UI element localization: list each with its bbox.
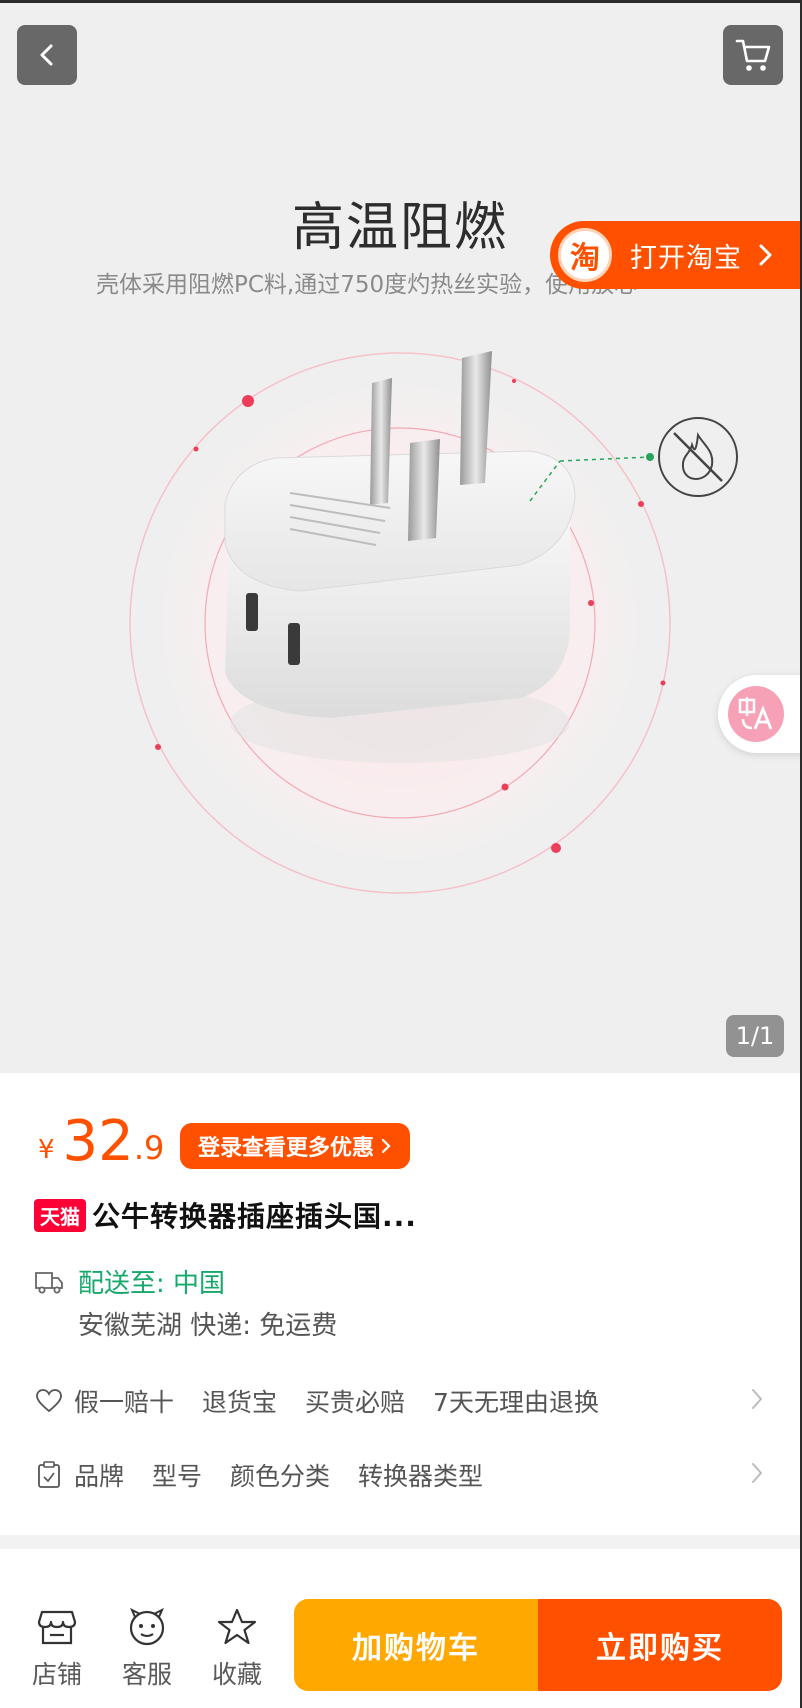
attribute-item: 转换器类型	[358, 1462, 484, 1491]
translate-icon	[728, 686, 784, 742]
buy-now-button[interactable]: 立即购买	[538, 1599, 782, 1691]
attribute-list: 品牌 型号 颜色分类 转换器类型	[74, 1457, 511, 1493]
image-page-counter: 1/1	[726, 1015, 784, 1057]
open-taobao-label: 打开淘宝	[630, 242, 742, 274]
truck-icon	[35, 1272, 63, 1294]
service-label: 客服	[121, 1660, 172, 1689]
coupon-label: 登录查看更多优惠	[198, 1136, 375, 1161]
service-list: 假一赔十 退货宝 买贵必赔 7天无理由退换	[74, 1383, 627, 1419]
price-decimal: .9	[133, 1129, 165, 1167]
attribute-item: 颜色分类	[230, 1462, 331, 1491]
product-image-carousel[interactable]: 高温阻燃 壳体采用阻燃PC料,通过750度灼热丝实验，使用放心 淘 打开淘宝 1…	[0, 3, 800, 1073]
cart-button[interactable]	[723, 25, 783, 85]
translate-button[interactable]	[718, 675, 800, 753]
add-to-cart-button[interactable]: 加购物车	[294, 1599, 538, 1691]
star-icon	[202, 1605, 272, 1649]
product-title-row: 天猫 公牛转换器插座插头国...	[34, 1195, 417, 1235]
back-button[interactable]	[17, 25, 77, 85]
service-item: 7天无理由退换	[433, 1388, 599, 1417]
attribute-item: 型号	[152, 1462, 203, 1491]
attribute-item: 品牌	[74, 1462, 125, 1491]
product-attributes-row[interactable]: 品牌 型号 颜色分类 转换器类型	[34, 1455, 764, 1495]
chevron-right-icon	[759, 244, 772, 266]
product-info: ¥ 32 .9 登录查看更多优惠 天猫 公牛转换器插座插头国... 配送至: 中…	[0, 1073, 800, 1535]
back-arrow-icon	[40, 44, 53, 66]
chevron-right-icon	[381, 1138, 391, 1154]
price: ¥ 32 .9	[38, 1109, 164, 1171]
price-integer: 32	[62, 1109, 134, 1174]
heart-icon	[34, 1386, 64, 1416]
product-title: 公牛转换器插座插头国...	[92, 1200, 417, 1233]
service-face-icon	[112, 1605, 182, 1649]
service-item: 买贵必赔	[305, 1388, 406, 1417]
store-icon	[22, 1605, 92, 1649]
no-fire-icon	[658, 417, 738, 497]
open-taobao-button[interactable]: 淘 打开淘宝	[550, 221, 800, 289]
service-item: 假一赔十	[74, 1388, 175, 1417]
favorite-label: 收藏	[211, 1660, 262, 1689]
chevron-right-icon	[752, 1389, 763, 1409]
customer-service-tab[interactable]: 客服	[112, 1605, 182, 1691]
chevron-right-icon	[752, 1463, 763, 1483]
section-divider	[0, 1535, 800, 1549]
app-frame: 高温阻燃 壳体采用阻燃PC料,通过750度灼热丝实验，使用放心 淘 打开淘宝 1…	[0, 0, 802, 1708]
login-coupon-button[interactable]: 登录查看更多优惠	[180, 1123, 411, 1169]
shipping-details: 安徽芜湖 快递: 免运费	[78, 1311, 338, 1341]
taobao-logo-icon: 淘	[558, 228, 612, 282]
clipboard-icon	[34, 1460, 64, 1490]
service-guarantees-row[interactable]: 假一赔十 退货宝 买贵必赔 7天无理由退换	[34, 1381, 764, 1421]
service-item: 退货宝	[202, 1388, 278, 1417]
bottom-action-bar: 店铺 客服 收藏 加购物车 立即购买	[0, 1549, 800, 1708]
store-tab[interactable]: 店铺	[22, 1605, 92, 1691]
store-label: 店铺	[31, 1660, 82, 1689]
favorite-tab[interactable]: 收藏	[202, 1605, 272, 1691]
price-currency: ¥	[38, 1135, 55, 1165]
cart-icon	[735, 39, 771, 71]
tmall-badge: 天猫	[34, 1198, 86, 1232]
shipping-destination: 配送至: 中国	[78, 1269, 226, 1299]
